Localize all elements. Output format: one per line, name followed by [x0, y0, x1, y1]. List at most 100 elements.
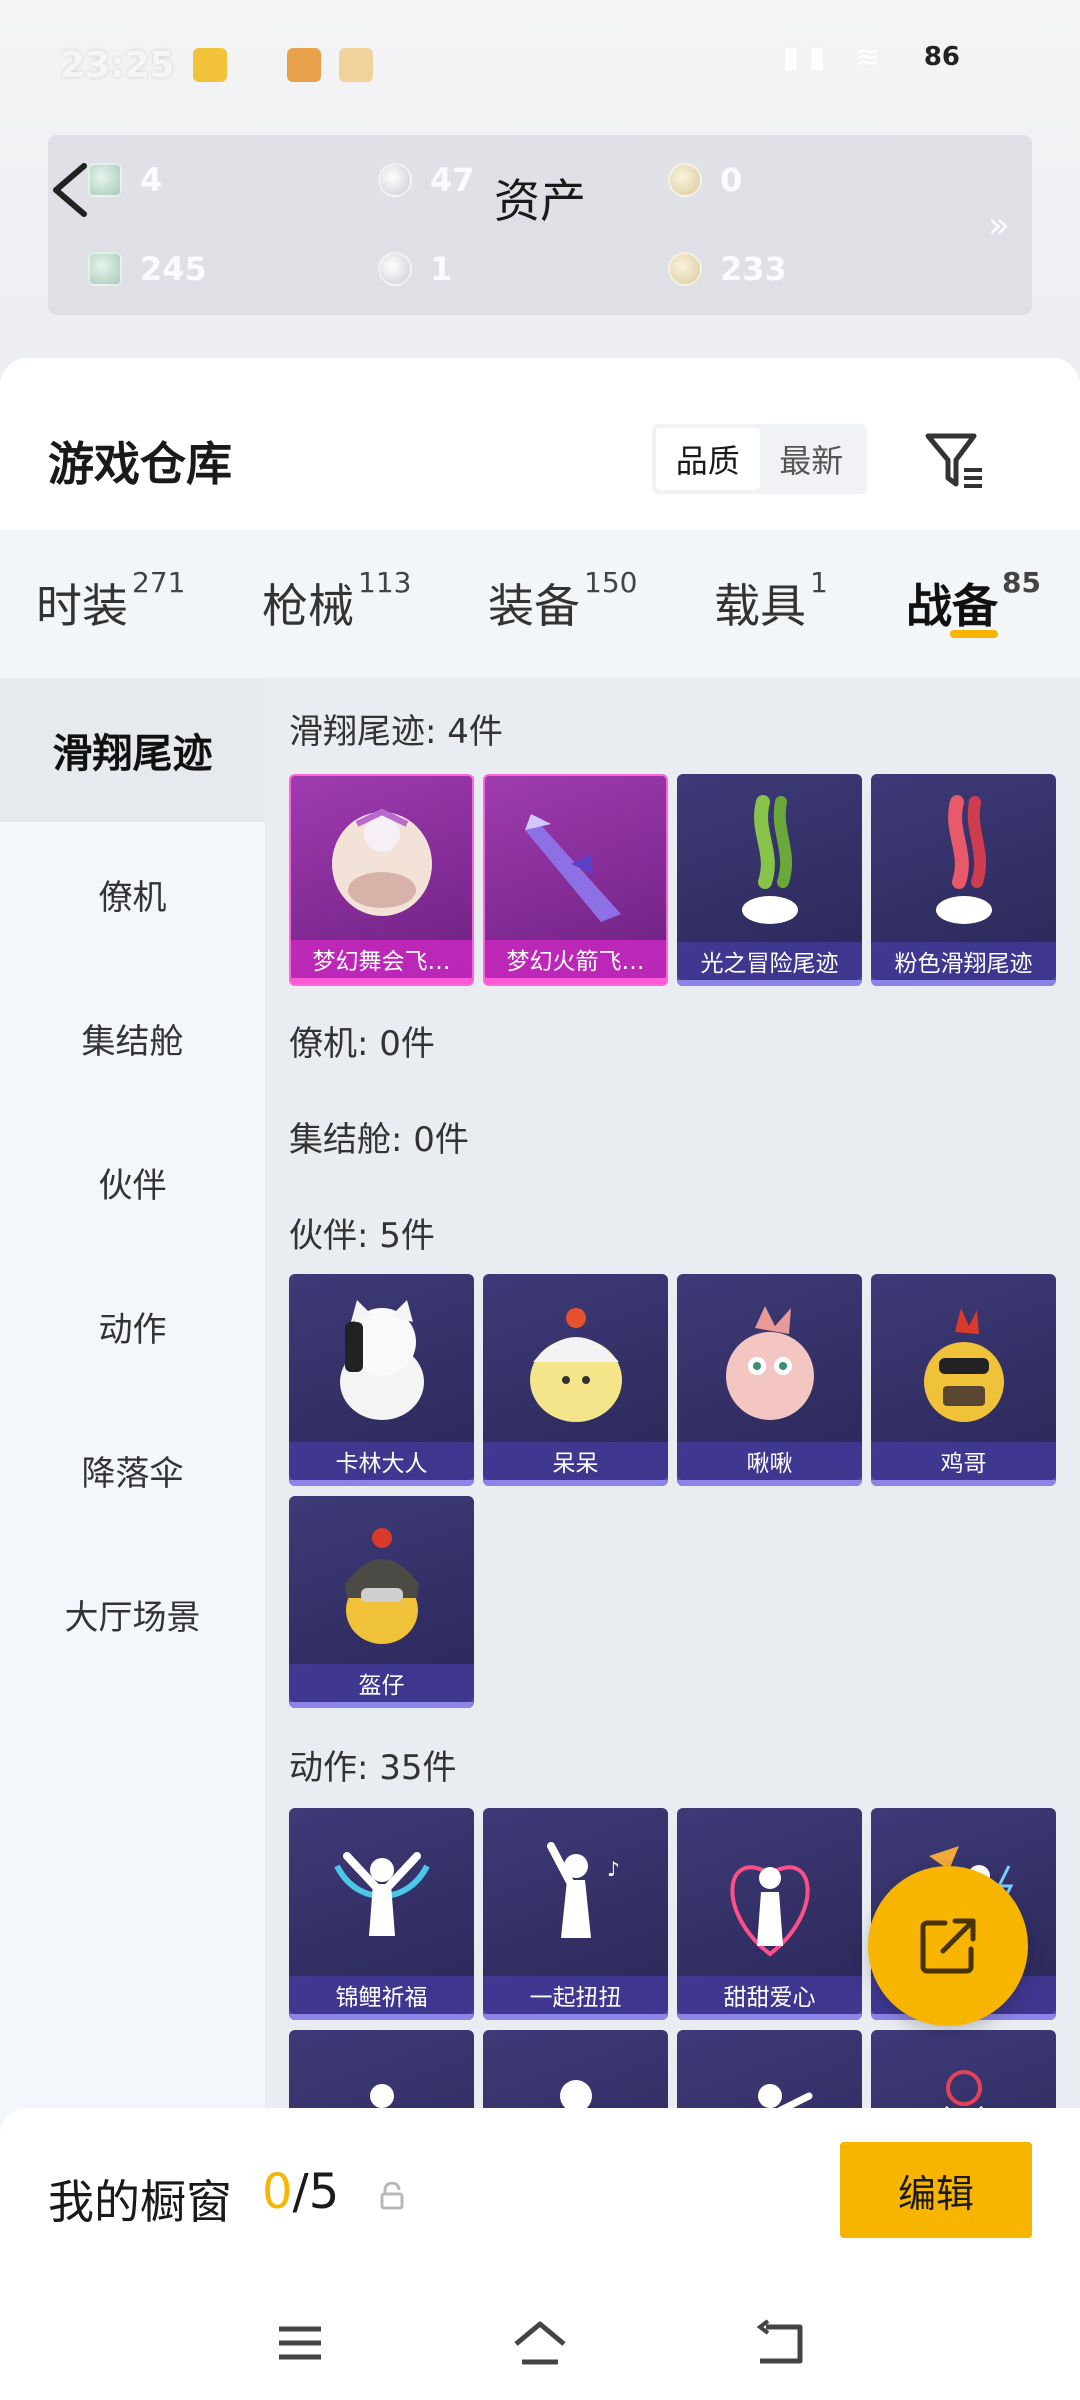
item-artwork: [339, 1300, 424, 1420]
item-artwork: [944, 2070, 983, 2108]
tab-equipment[interactable]: 装备 150: [488, 566, 637, 636]
chevron-left-icon: [53, 163, 87, 217]
tab-label: 枪械: [262, 579, 354, 633]
item-tile[interactable]: 粉色滑翔尾迹: [871, 774, 1056, 986]
edit-showcase-button[interactable]: 编辑: [840, 2142, 1032, 2238]
sort-quality-option[interactable]: 品质: [656, 428, 760, 490]
item-name: 鸡哥: [871, 1442, 1056, 1480]
item-tile[interactable]: 卡林大人: [289, 1274, 474, 1486]
back-nav-button[interactable]: [740, 2308, 820, 2378]
item-artwork: [730, 1865, 809, 1957]
asset-item: 245: [88, 250, 207, 288]
item-tile[interactable]: [677, 2030, 862, 2108]
item-tile[interactable]: 鸡哥: [871, 1274, 1056, 1486]
silver-coin-icon: [378, 252, 412, 286]
sidebar-item-assembly-pod[interactable]: 集结舱: [0, 966, 265, 1110]
lock-icon: [380, 2182, 404, 2210]
section-title: 集结舱: 0件: [289, 1120, 469, 1160]
showcase-total: /5: [292, 2164, 340, 2220]
home-button[interactable]: [500, 2308, 580, 2378]
item-artwork: [725, 1306, 814, 1420]
active-tab-indicator: [950, 630, 998, 638]
tab-label: 时装: [36, 579, 128, 633]
sidebar-item-emote[interactable]: 动作: [0, 1254, 265, 1398]
sidebar-item-lobby-scene[interactable]: 大厅场景: [0, 1542, 265, 1686]
tab-label: 载具: [714, 579, 806, 633]
page-title: 资产: [494, 174, 586, 228]
filter-button[interactable]: [920, 426, 990, 496]
svg-text:♪: ♪: [607, 1857, 620, 1881]
warehouse-title: 游戏仓库: [48, 437, 232, 491]
item-artwork: ♪: [546, 1842, 620, 1938]
signal-wifi-icon: ▮▮ ≋: [782, 40, 890, 75]
item-tile[interactable]: 盔仔: [289, 1496, 474, 1708]
tab-battle-gear[interactable]: 战备 85: [906, 566, 1041, 636]
item-tile[interactable]: 梦幻火箭飞…: [483, 774, 668, 986]
menu-button[interactable]: [260, 2308, 340, 2378]
warehouse-sheet: 游戏仓库 品质 最新 时装 271 枪械 113 装备 150 载具 1 战备 85 滑翔…: [0, 358, 1080, 2400]
item-name: 盔仔: [289, 1664, 474, 1702]
item-tile[interactable]: ♪ 一起扭扭: [483, 1808, 668, 2020]
status-time: 23:25: [60, 44, 175, 86]
tab-count: 150: [584, 566, 638, 599]
item-tile[interactable]: [871, 2030, 1056, 2108]
item-tile[interactable]: [483, 2030, 668, 2108]
item-artwork: [333, 1852, 430, 1936]
sort-toggle: 品质 最新: [652, 424, 867, 494]
gold-coin-icon: [668, 252, 702, 286]
tab-guns[interactable]: 枪械 113: [262, 566, 411, 636]
item-artwork: [559, 2080, 592, 2108]
double-chevron-right-icon[interactable]: »: [988, 205, 1010, 246]
item-artwork: [344, 1528, 419, 1644]
sort-newest-option[interactable]: 最新: [760, 428, 864, 490]
item-name: 甜甜爱心: [677, 1976, 862, 2014]
sidebar-item-parachute[interactable]: 降落伞: [0, 1398, 265, 1542]
sidebar-item-wingman[interactable]: 僚机: [0, 822, 265, 966]
back-button[interactable]: [40, 150, 100, 230]
item-artwork: [741, 795, 798, 924]
item-tile[interactable]: 锦鲤祈福: [289, 1808, 474, 2020]
tab-count: 271: [132, 566, 186, 599]
asset-value: 233: [720, 250, 787, 288]
category-tabs: 时装 271 枪械 113 装备 150 载具 1 战备 85: [0, 530, 1080, 678]
share-fab[interactable]: [868, 1866, 1028, 2026]
external-link-icon: [920, 1918, 976, 1974]
showcase-count: 0/5: [262, 2164, 339, 2220]
item-artwork: [757, 2084, 812, 2108]
item-artwork: [524, 814, 621, 922]
item-name: 光之冒险尾迹: [677, 942, 862, 980]
asset-item: 233: [668, 250, 787, 288]
tab-count: 113: [358, 566, 412, 599]
item-artwork: [331, 808, 432, 916]
system-nav-bar: [0, 2288, 1080, 2398]
item-tile[interactable]: 光之冒险尾迹: [677, 774, 862, 986]
sidebar-item-glide-trail[interactable]: 滑翔尾迹: [0, 678, 265, 822]
section-title: 滑翔尾迹: 4件: [289, 712, 503, 752]
item-name: 啾啾: [677, 1442, 862, 1480]
item-name: 卡林大人: [289, 1442, 474, 1480]
filter-icon: [925, 433, 982, 488]
ticket-icon: [88, 252, 122, 286]
item-tile[interactable]: 呆呆: [483, 1274, 668, 1486]
tab-vehicles[interactable]: 载具 1: [714, 566, 828, 636]
item-artwork: [369, 2084, 394, 2108]
item-name: 锦鲤祈福: [289, 1976, 474, 2014]
tab-count: 1: [810, 566, 828, 599]
item-tile[interactable]: [289, 2030, 474, 2108]
item-tile[interactable]: 甜甜爱心: [677, 1808, 862, 2020]
sidebar-item-companion[interactable]: 伙伴: [0, 1110, 265, 1254]
notification-app-icon: [286, 48, 321, 82]
status-bar: 23:25 ▮▮ ≋ 86: [60, 40, 1020, 90]
section-title: 僚机: 0件: [289, 1024, 435, 1064]
section-title: 动作: 35件: [289, 1748, 457, 1788]
section-title: 伙伴: 5件: [289, 1216, 435, 1256]
tab-label: 装备: [488, 579, 580, 633]
asset-item: 1: [378, 250, 452, 288]
item-name: 粉色滑翔尾迹: [871, 942, 1056, 980]
item-artwork: [935, 795, 992, 924]
item-tile[interactable]: 啾啾: [677, 1274, 862, 1486]
tab-fashion[interactable]: 时装 271: [36, 566, 185, 636]
item-tile[interactable]: 梦幻舞会飞…: [289, 774, 474, 986]
item-name: 呆呆: [483, 1442, 668, 1480]
showcase-bar: 我的橱窗 0/5 编辑: [0, 2108, 1080, 2400]
